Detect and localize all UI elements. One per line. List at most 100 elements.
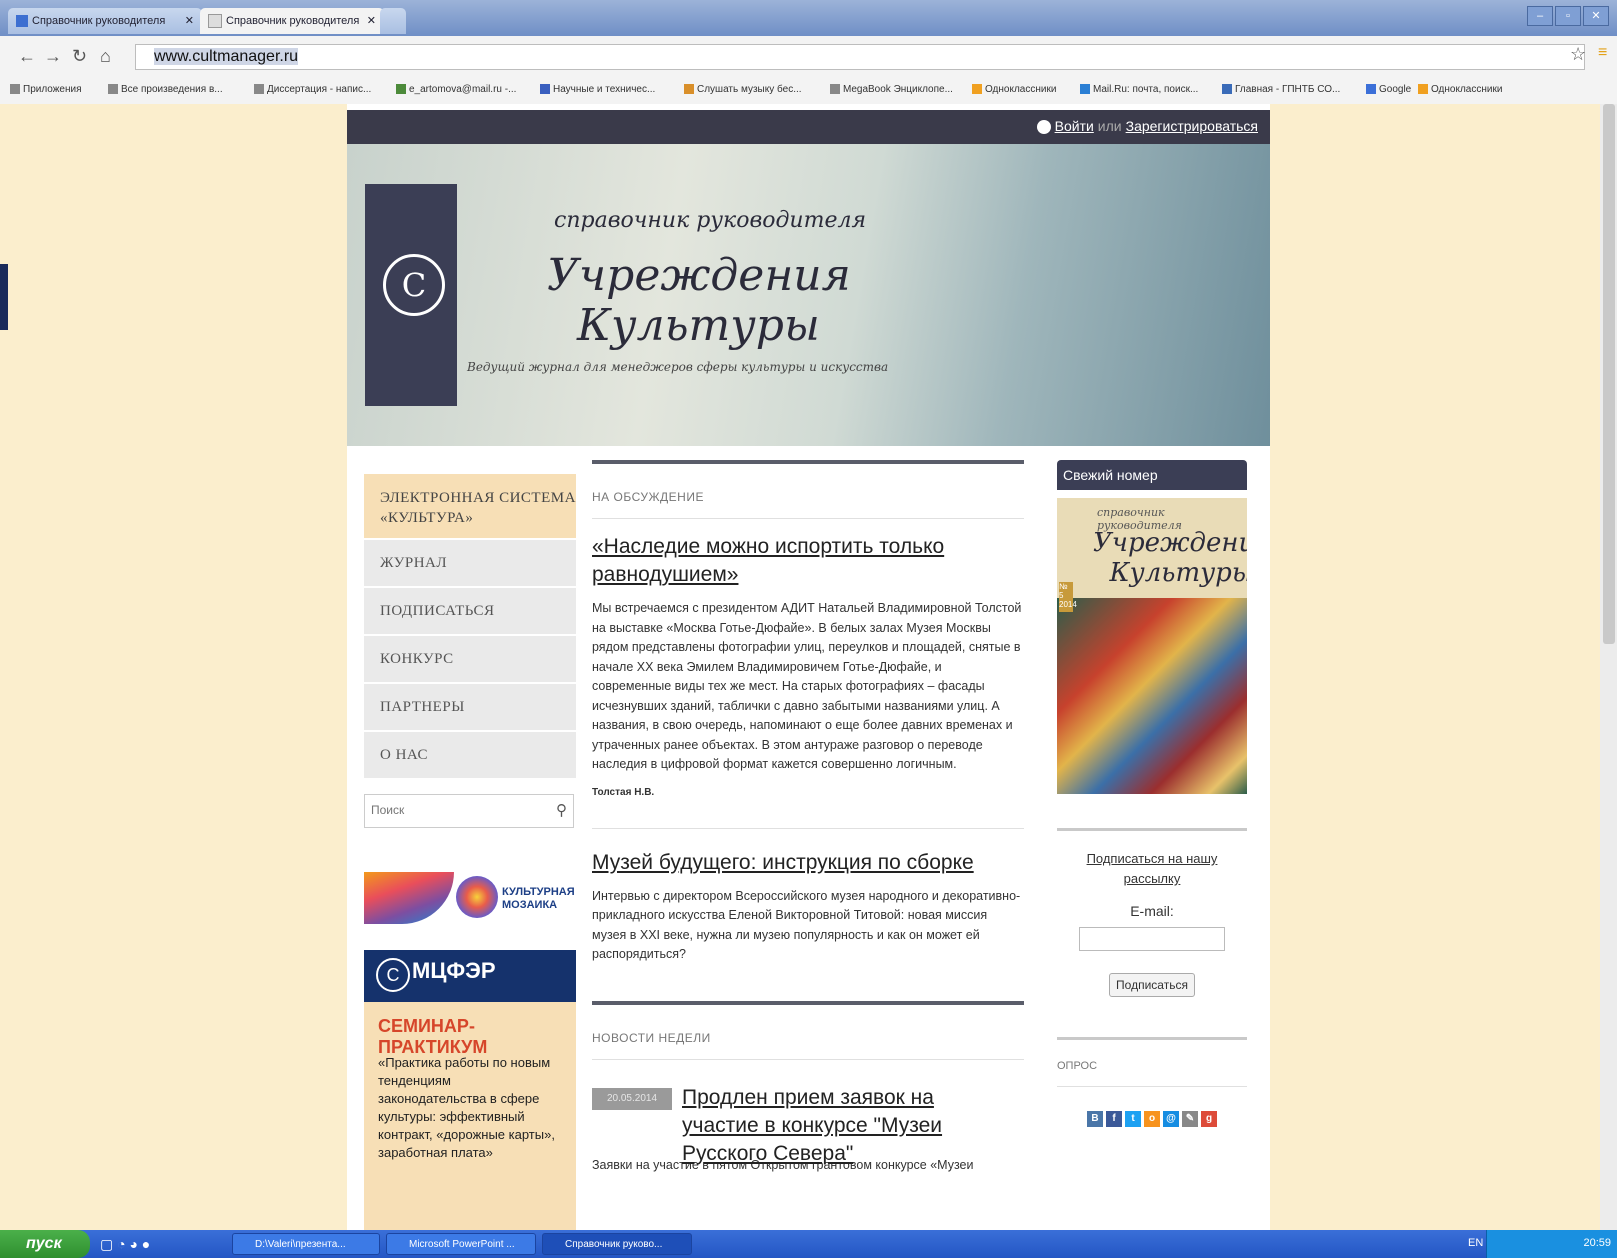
- language-indicator[interactable]: EN: [1468, 1237, 1483, 1249]
- nav-item-contest[interactable]: КОНКУРС: [364, 636, 576, 684]
- home-icon[interactable]: ⌂: [100, 46, 111, 67]
- seminar-description: «Практика работы по новым тенденциям зак…: [378, 1055, 555, 1160]
- mozaika-banner[interactable]: КУЛЬТУРНАЯ МОЗАИКА: [364, 864, 576, 934]
- logo-icon: С: [383, 254, 445, 316]
- nav-item-partners[interactable]: ПАРТНЕРЫ: [364, 684, 576, 732]
- close-icon[interactable]: ✕: [367, 8, 376, 34]
- livejournal-icon[interactable]: ✎: [1182, 1111, 1198, 1127]
- bookmark-item[interactable]: Google: [1366, 84, 1411, 95]
- register-link[interactable]: Зарегистрироваться: [1126, 118, 1258, 134]
- cover-issue-number: № 5 2014: [1059, 582, 1077, 612]
- date-badge: 20.05.2014: [592, 1087, 672, 1110]
- cover-painting: [1057, 598, 1247, 794]
- email-label: E-mail:: [1130, 903, 1174, 919]
- taskbar-item-active[interactable]: Справочник руково...: [542, 1233, 692, 1255]
- nav-item-subscribe[interactable]: ПОДПИСАТЬСЯ: [364, 588, 576, 636]
- bookmark-item[interactable]: Все произведения в...: [108, 84, 223, 95]
- bookmark-item[interactable]: Научные и техничес...: [540, 84, 655, 95]
- news-title[interactable]: Продлен прием заявок на участие в конкур…: [682, 1084, 1012, 1168]
- mcfer-name: МЦФЭР: [412, 958, 496, 983]
- close-icon[interactable]: ✕: [185, 8, 194, 34]
- banner-subtitle: справочник руководителя: [554, 208, 867, 233]
- maximize-icon[interactable]: ▫: [1555, 6, 1581, 26]
- forward-arrow-icon[interactable]: →: [44, 46, 62, 67]
- taskbar-item[interactable]: Microsoft PowerPoint ...: [386, 1233, 536, 1255]
- start-button[interactable]: пуск: [0, 1230, 90, 1258]
- clock[interactable]: 20:59: [1583, 1237, 1611, 1249]
- vk-icon[interactable]: В: [1087, 1111, 1103, 1127]
- article-text: Интервью с директором Всероссийского муз…: [592, 888, 1021, 962]
- back-arrow-icon[interactable]: ←: [18, 46, 36, 67]
- logo-block[interactable]: С: [365, 184, 457, 406]
- section-header-discussion: НА ОБСУЖДЕНИЕ: [592, 464, 1024, 519]
- section-header-news: НОВОСТИ НЕДЕЛИ: [592, 1005, 1024, 1060]
- or-text: или: [1097, 118, 1122, 134]
- browser-tab[interactable]: Справочник руководителя ✕: [8, 8, 202, 34]
- system-tray: 20:59: [1486, 1230, 1617, 1258]
- cover-title: Учреждения Культуры: [1093, 528, 1247, 588]
- address-input[interactable]: www.cultmanager.ru: [135, 44, 1585, 70]
- bookmark-item[interactable]: Одноклассники: [972, 84, 1056, 95]
- newsletter-link[interactable]: Подписаться на нашу рассылку: [1057, 849, 1247, 889]
- odnoklassniki-icon[interactable]: о: [1144, 1111, 1160, 1127]
- nav-item-journal[interactable]: ЖУРНАЛ: [364, 540, 576, 588]
- site-banner: С справочник руководителя Учреждения Кул…: [347, 144, 1270, 446]
- search-input[interactable]: [365, 795, 543, 825]
- banner-tagline: Ведущий журнал для менеджеров сферы куль…: [467, 360, 889, 374]
- star-bookmark-icon[interactable]: ☆: [1570, 44, 1586, 65]
- browser-tab-active[interactable]: Справочник руководителя ✕: [200, 8, 384, 34]
- nav-item-about[interactable]: О НАС: [364, 732, 576, 780]
- article-author: Толстая Н.В.: [592, 786, 655, 798]
- login-link[interactable]: Войти: [1055, 118, 1094, 134]
- swoosh-graphic: [364, 872, 454, 924]
- article-text: Мы встречаемся с президентом АДИТ Наталь…: [592, 601, 1022, 771]
- browser-toolbar: ← → ↻ ⌂ www.cultmanager.ru ☆ ≡: [0, 36, 1617, 78]
- divider: [1057, 828, 1247, 831]
- bookmark-item[interactable]: Главная - ГПНТБ СО...: [1222, 84, 1340, 95]
- bookmark-item[interactable]: Приложения: [10, 84, 82, 95]
- news-item: 20.05.2014 Продлен прием заявок на участ…: [592, 1084, 1024, 1165]
- site-top-bar: Войти или Зарегистрироваться: [347, 110, 1270, 144]
- menu-icon[interactable]: ≡: [1598, 44, 1607, 62]
- main-nav: ЭЛЕКТРОННАЯ СИСТЕМА «КУЛЬТУРА» ЖУРНАЛ ПО…: [364, 474, 576, 780]
- search-icon[interactable]: ⚲: [556, 801, 567, 819]
- taskbar-item[interactable]: D:\Valeri\презента...: [232, 1233, 380, 1255]
- bookmark-item[interactable]: e_artomova@mail.ru -...: [396, 84, 516, 95]
- quicklaunch-icons[interactable]: ▢ ◔ ◕ ●: [100, 1236, 150, 1253]
- divider: [592, 827, 1024, 829]
- issue-header[interactable]: Свежий номер: [1057, 460, 1247, 490]
- page-viewport: Войти или Зарегистрироваться С справочник …: [0, 104, 1600, 1230]
- bookmarks-bar: Приложения Все произведения в... Диссерт…: [0, 78, 1617, 105]
- subscribe-button[interactable]: Подписаться: [1109, 973, 1195, 997]
- sidebar-right: Свежий номер справочник руководителя Учр…: [1057, 460, 1247, 1127]
- mcfer-logo-icon: С: [376, 958, 410, 992]
- new-tab-button[interactable]: [380, 8, 406, 34]
- browser-tab-bar: Справочник руководителя ✕ Справочник рук…: [0, 0, 1617, 36]
- bookmark-item[interactable]: Диссертация - напис...: [254, 84, 371, 95]
- issue-cover-image[interactable]: справочник руководителя Учреждения Культ…: [1057, 498, 1247, 794]
- article-title[interactable]: Музей будущего: инструкция по сборке: [592, 849, 1024, 877]
- share-buttons: В f t о @ ✎ g: [1057, 1111, 1247, 1127]
- googleplus-icon[interactable]: g: [1201, 1111, 1217, 1127]
- email-field[interactable]: [1079, 927, 1225, 951]
- article-title[interactable]: «Наследие можно испортить только равноду…: [592, 533, 1024, 589]
- reload-icon[interactable]: ↻: [72, 46, 87, 67]
- site-container: Войти или Зарегистрироваться С справочник …: [347, 104, 1270, 1230]
- mcfer-banner[interactable]: С МЦФЭР СЕМИНАР-ПРАКТИКУМ «Практика рабо…: [364, 950, 576, 1230]
- mcfer-header: С МЦФЭР: [364, 950, 576, 1002]
- bookmark-item[interactable]: Слушать музыку бес...: [684, 84, 802, 95]
- seminar-title: СЕМИНАР-ПРАКТИКУМ: [378, 1016, 488, 1057]
- bookmark-item[interactable]: Mail.Ru: почта, поиск...: [1080, 84, 1198, 95]
- scrollbar-thumb[interactable]: [1603, 104, 1615, 644]
- bookmark-item[interactable]: Одноклассники: [1418, 84, 1502, 95]
- bookmark-item[interactable]: MegaBook Энциклопе...: [830, 84, 953, 95]
- facebook-icon[interactable]: f: [1106, 1111, 1122, 1127]
- tab-favicon-icon: [16, 15, 28, 28]
- search-box: ⚲: [364, 794, 574, 828]
- twitter-icon[interactable]: t: [1125, 1111, 1141, 1127]
- nav-item-electronic-system[interactable]: ЭЛЕКТРОННАЯ СИСТЕМА «КУЛЬТУРА»: [364, 474, 576, 540]
- slide-accent-block: [0, 264, 8, 330]
- close-window-icon[interactable]: ✕: [1583, 6, 1609, 26]
- minimize-icon[interactable]: –: [1527, 6, 1553, 26]
- mailru-icon[interactable]: @: [1163, 1111, 1179, 1127]
